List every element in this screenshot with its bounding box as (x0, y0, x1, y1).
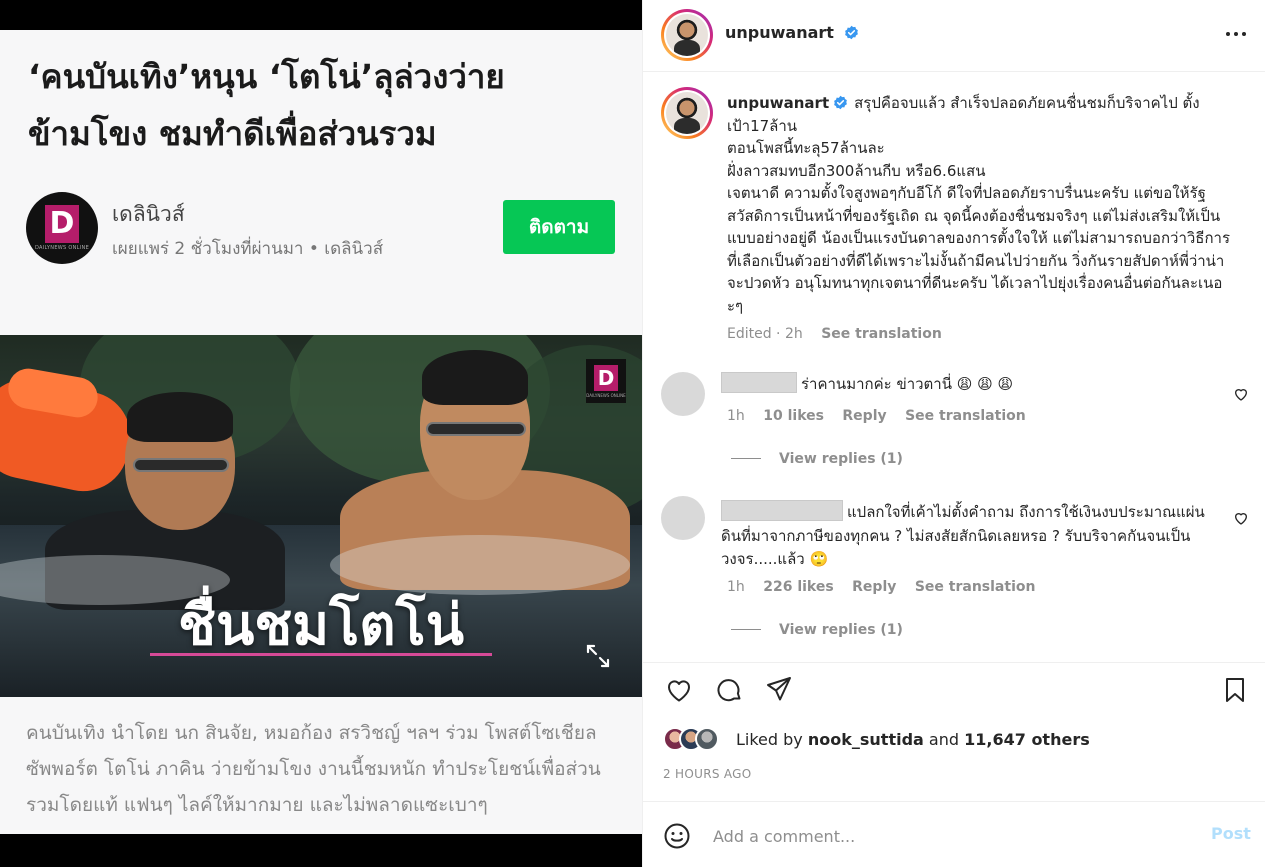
likes-prefix: Liked by (736, 730, 803, 749)
post-comment-button[interactable]: Post (1211, 824, 1251, 843)
logo-tagline: DAILYNEWS ONLINE (34, 245, 90, 251)
commenter-avatar[interactable] (661, 372, 705, 416)
comment-likes[interactable]: 226 likes (763, 579, 833, 595)
comment-body: ร่าคานมากค่ะ ข่าวตานี่ 😩 😩 😩 (801, 375, 1014, 393)
post-media: ‘คนบันเทิง’หนุน ‘โตโน่’ลุล่วงว่าย ข้ามโข… (0, 0, 642, 867)
likes-others-count[interactable]: 11,647 others (964, 730, 1090, 749)
comment-meta: 1h 10 likes Reply See translation (727, 408, 1040, 424)
article-headline: ‘คนบันเทิง’หนุน ‘โตโน่’ลุล่วงว่าย ข้ามโข… (28, 48, 618, 162)
post-header: unpuwanart (643, 0, 1265, 72)
comment-reply-button[interactable]: Reply (842, 408, 886, 424)
post-actions: Liked by nook_suttida and 11,647 others … (643, 662, 1265, 802)
article-screenshot: ‘คนบันเทิง’หนุน ‘โตโน่’ลุล่วงว่าย ข้ามโข… (0, 30, 642, 834)
article-body: คนบันเทิง นำโดย นก สินจัย, หมอก้อง สรวิช… (26, 722, 601, 816)
caption-author-avatar[interactable] (661, 87, 713, 139)
view-replies-label[interactable]: View replies (1) (779, 451, 903, 467)
verified-badge-icon (834, 95, 847, 110)
post-caption: unpuwanart สรุปคือจบแล้ว สำเร็จปลอดภัยคนช… (727, 92, 1237, 317)
view-replies-button[interactable]: View replies (1) (731, 451, 903, 467)
comment-meta: 1h 226 likes Reply See translation (727, 579, 1049, 595)
bookmark-icon[interactable] (1221, 676, 1249, 704)
source-meta: เผยแพร่ 2 ชั่วโมงที่ผ่านมา • เดลินิวส์ (112, 239, 384, 259)
liked-by-user[interactable]: nook_suttida (808, 730, 924, 749)
comment-likes[interactable]: 10 likes (763, 408, 824, 424)
view-replies-button[interactable]: View replies (1) (731, 622, 903, 638)
comment-see-translation[interactable]: See translation (905, 408, 1026, 424)
redacted-username[interactable] (721, 500, 843, 521)
hero-logo-tagline: DAILYNEWS ONLINE (586, 392, 626, 398)
comments-scroll-area[interactable]: unpuwanart สรุปคือจบแล้ว สำเร็จปลอดภัยคนช… (643, 72, 1265, 662)
hero-logo-letter: D (594, 364, 618, 391)
caption-meta: Edited · 2h See translation (727, 326, 956, 342)
comment-like-heart-icon[interactable] (1233, 510, 1249, 526)
hero-logo: D DAILYNEWS ONLINE (586, 359, 626, 403)
caption-edited: Edited · 2h (727, 326, 803, 342)
liker-avatar (695, 727, 719, 751)
hero-image: D DAILYNEWS ONLINE ชื่นชมโตโน่ (0, 335, 642, 697)
verified-badge-icon (844, 25, 858, 40)
add-comment-bar: Post (643, 802, 1265, 867)
hero-underline (150, 653, 492, 656)
caption-username[interactable]: unpuwanart (727, 94, 829, 112)
comment-text: แปลกใจที่เค้าไม่ตั้งคำถาม ถึงการใช้เงินง… (721, 500, 1221, 572)
headline-line-2: ข้ามโขง ชมทำดีเพื่อส่วนรวม (28, 114, 437, 153)
comment-text: ร่าคานมากค่ะ ข่าวตานี่ 😩 😩 😩 (721, 372, 1221, 397)
post-timestamp[interactable]: 2 HOURS AGO (663, 767, 752, 781)
comment-icon[interactable] (715, 676, 743, 704)
comment-time: 1h (727, 579, 745, 595)
author-username-text[interactable]: unpuwanart (725, 23, 834, 42)
likes-text: Liked by nook_suttida and 11,647 others (736, 730, 1090, 749)
post-sidebar: unpuwanart unpuwanart สรุปคือจบแล้ว สำเร็… (642, 0, 1265, 867)
share-icon[interactable] (765, 675, 793, 703)
author-avatar[interactable] (661, 9, 713, 61)
comment-time: 1h (727, 408, 745, 424)
author-username[interactable]: unpuwanart (725, 23, 859, 42)
comment-like-heart-icon[interactable] (1233, 386, 1249, 402)
caption-body: สรุปคือจบแล้ว สำเร็จปลอดภัยคนชื่นชมก็บริ… (727, 94, 1231, 315)
logo-letter: D (45, 205, 79, 243)
comment-see-translation[interactable]: See translation (915, 579, 1036, 595)
dailynews-logo: D DAILYNEWS ONLINE (26, 192, 98, 264)
commenter-avatar[interactable] (661, 496, 705, 540)
source-name: เดลินิวส์ (112, 202, 185, 226)
comment-input[interactable] (713, 816, 1173, 856)
emoji-icon[interactable] (663, 822, 691, 850)
expand-icon[interactable] (584, 642, 612, 670)
heart-icon[interactable] (665, 676, 693, 704)
likes-joiner: and (928, 730, 960, 749)
headline-line-1: ‘คนบันเทิง’หนุน ‘โตโน่’ลุล่วงว่าย (28, 57, 505, 96)
view-replies-label[interactable]: View replies (1) (779, 622, 903, 638)
caption-see-translation[interactable]: See translation (821, 326, 942, 342)
more-options-icon[interactable] (1221, 22, 1251, 46)
redacted-username[interactable] (721, 372, 797, 393)
follow-button: ติดตาม (503, 200, 615, 254)
comment-reply-button[interactable]: Reply (852, 579, 896, 595)
